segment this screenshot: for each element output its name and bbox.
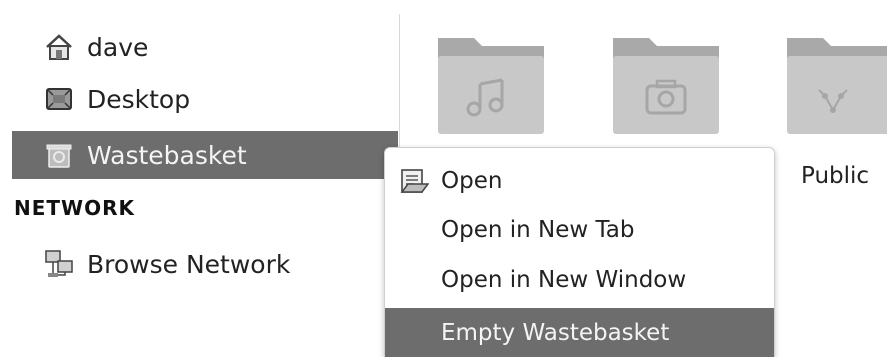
menu-item-label: Open in New Window [441, 267, 687, 293]
menu-item-empty-wastebasket[interactable]: Empty Wastebasket [385, 308, 774, 357]
sidebar-item-label: dave [87, 32, 149, 62]
sidebar-item-label: Desktop [87, 84, 191, 114]
menu-item-open[interactable]: Open [385, 157, 774, 205]
network-section-header: NETWORK [14, 196, 136, 220]
desktop-icon [44, 84, 74, 114]
pictures-folder-icon [613, 38, 719, 134]
context-menu: Open Open in New Tab Open in New Window … [384, 147, 775, 357]
folder-public[interactable] [783, 34, 887, 134]
menu-item-label: Empty Wastebasket [441, 319, 670, 346]
sidebar-item-browse-network[interactable]: Browse Network [12, 240, 398, 288]
sidebar-item-wastebasket[interactable]: Wastebasket [12, 131, 398, 179]
menu-item-label: Open in New Tab [441, 217, 635, 243]
sidebar: dave Desktop Wastebasket NETWORK Browse … [0, 0, 398, 356]
sidebar-item-label: Browse Network [87, 249, 291, 279]
folder-music[interactable] [434, 34, 548, 134]
public-folder-icon [787, 38, 887, 134]
sidebar-item-desktop[interactable]: Desktop [12, 75, 398, 123]
sidebar-item-label: Wastebasket [87, 140, 247, 170]
sidebar-item-dave[interactable]: dave [12, 23, 398, 71]
music-folder-icon [438, 38, 544, 134]
folder-pictures[interactable] [609, 34, 723, 134]
menu-item-label: Open [441, 168, 503, 194]
open-icon [399, 166, 430, 196]
menu-item-open-in-new-window[interactable]: Open in New Window [385, 256, 774, 304]
home-icon [44, 32, 74, 62]
wastebasket-icon [44, 140, 74, 170]
network-icon [44, 249, 74, 279]
menu-item-open-in-new-tab[interactable]: Open in New Tab [385, 206, 774, 254]
folder-label-public: Public [801, 163, 870, 189]
